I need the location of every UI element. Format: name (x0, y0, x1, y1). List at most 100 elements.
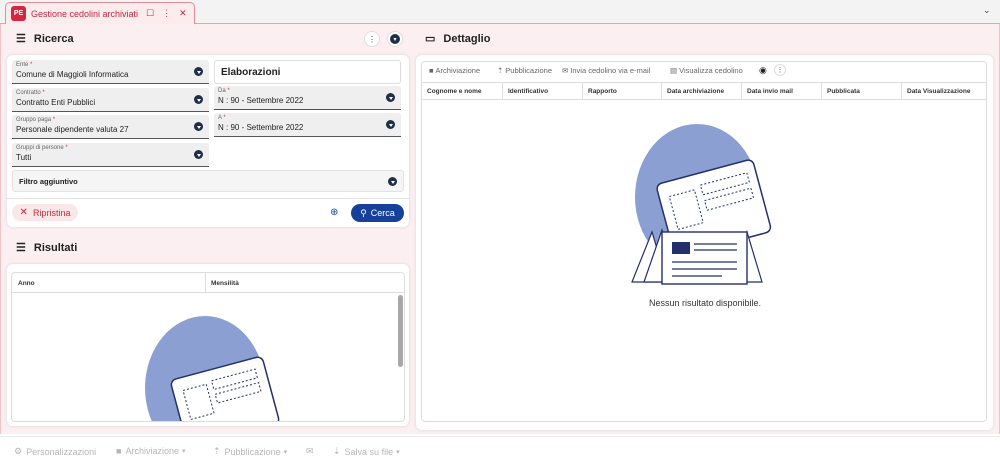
dettaglio-table: ■ Archiviazione ⇡ Pubblicazione ✉ Invia ced… (421, 61, 987, 422)
dettaglio-card: ■ Archiviazione ⇡ Pubblicazione ✉ Invia ced… (416, 55, 993, 430)
archiviazione-menu-button[interactable]: ■ Archiviazione ▾ (116, 446, 185, 456)
gruppi-persone-label: Gruppi di persone (16, 145, 64, 151)
caret-down-icon: ▾ (181, 448, 186, 455)
risultati-title: Risultati (33, 241, 78, 254)
dettaglio-header: ▭ Dettaglio (425, 32, 491, 46)
maximize-icon[interactable]: ☐ (146, 9, 154, 18)
ripristina-button[interactable]: ✕ Ripristina (12, 204, 78, 221)
column-header[interactable]: Data Visualizzazione (907, 88, 970, 95)
invia-email-label: Invia cedolino via e-mail (570, 66, 651, 75)
eye-icon[interactable]: ◉ (759, 65, 767, 76)
scrollbar[interactable] (398, 295, 403, 367)
gear-icon: ⚙ (14, 446, 23, 456)
a-value: N : 90 - Settembre 2022 (218, 123, 304, 132)
da-label: Da (218, 88, 226, 94)
folder-icon: ■ (116, 446, 122, 456)
dropdown-icon[interactable] (194, 95, 203, 104)
close-icon[interactable]: ✕ (179, 9, 187, 18)
column-header[interactable]: Pubblicata (827, 88, 860, 95)
column-header[interactable]: Data archiviazione (667, 88, 724, 95)
dettaglio-title: Dettaglio (443, 32, 491, 45)
ricerca-title: Ricerca (33, 32, 74, 45)
required-mark: * (30, 62, 33, 68)
ricerca-more-button[interactable]: ⋮ (364, 31, 380, 47)
ricerca-card: Ente * Comune di Maggioli Informatica Co… (7, 55, 409, 227)
ente-field[interactable]: Ente * Comune di Maggioli Informatica (12, 60, 209, 84)
pubblicazione-menu-label: Pubblicazione (224, 446, 281, 457)
invia-email-button[interactable]: ✉ Invia cedolino via e-mail (562, 66, 650, 75)
empty-illustration (631, 124, 772, 285)
gruppi-persone-field[interactable]: Gruppi di persone * Tutti (12, 143, 209, 167)
upload-icon: ⇡ (497, 66, 504, 75)
caret-down-icon: ▾ (283, 448, 288, 456)
zoom-in-icon[interactable]: ⊕ (330, 207, 338, 218)
a-field[interactable]: A * N : 90 - Settembre 2022 (214, 113, 401, 137)
dropdown-icon[interactable] (194, 150, 203, 159)
contratto-label: Contratto (16, 90, 41, 96)
required-mark: * (42, 90, 45, 96)
collapse-icon: ▾ (390, 34, 400, 44)
da-value: N : 90 - Settembre 2022 (218, 96, 304, 105)
column-header[interactable]: Data invio mail (747, 88, 793, 95)
required-mark: * (227, 88, 230, 94)
column-header[interactable]: Mensilità (211, 280, 239, 287)
visualizza-cedolino-button[interactable]: ▤ Visualizza cedolino (670, 66, 743, 75)
contratto-field[interactable]: Contratto * Contratto Enti Pubblici (12, 88, 209, 112)
dropdown-icon[interactable] (386, 93, 395, 102)
required-mark: * (223, 115, 226, 121)
pubblicazione-button[interactable]: ⇡ Pubblicazione (497, 66, 552, 75)
cerca-button[interactable]: ⚲ Cerca (351, 204, 404, 222)
more-vert-icon[interactable]: ⋮ (162, 9, 171, 18)
column-header[interactable]: Cognome e nome (427, 88, 482, 95)
tab-title: Gestione cedolini archiviati (31, 8, 139, 19)
dropdown-icon[interactable] (386, 120, 395, 129)
search-filter-icon: ☰ (16, 33, 26, 45)
gruppo-paga-value: Personale dipendente valuta 27 (16, 125, 129, 134)
document-icon: ▤ (670, 66, 678, 75)
tab-gestione-cedolini[interactable]: PE Gestione cedolini archiviati ☐ ⋮ ✕ (5, 2, 195, 24)
search-icon: ⚲ (360, 207, 367, 218)
chevron-down-icon[interactable]: ⌄ (983, 5, 991, 16)
gruppo-paga-label: Gruppo paga (16, 117, 52, 123)
ripristina-label: Ripristina (32, 207, 71, 218)
column-header[interactable]: Identificativo (508, 88, 548, 95)
column-header[interactable]: Rapporto (588, 88, 617, 95)
empty-message: Nessun risultato disponibile. (648, 298, 762, 308)
gruppo-paga-field[interactable]: Gruppo paga * Personale dipendente valut… (12, 115, 209, 139)
archiviazione-button[interactable]: ■ Archiviazione (429, 66, 480, 75)
archiviazione-menu-label: Archiviazione (125, 446, 179, 456)
upload-icon: ⇡ (213, 446, 221, 456)
risultati-table: Anno Mensilità (11, 272, 405, 422)
risultati-card: Anno Mensilità (7, 264, 409, 426)
filtro-aggiuntivo-label: Filtro aggiuntivo (19, 177, 78, 186)
divider (7, 198, 409, 199)
tab-bar: PE Gestione cedolini archiviati ☐ ⋮ ✕ ⌄ (0, 0, 1000, 24)
elaborazioni-box: Elaborazioni (214, 60, 401, 84)
mail-icon: ✉ (306, 446, 314, 456)
close-icon: ✕ (19, 207, 28, 218)
table-header (12, 273, 404, 293)
app-logo: PE (11, 6, 26, 21)
toolbar-more-button[interactable]: ⋮ (774, 64, 786, 76)
archiviazione-label: Archiviazione (435, 66, 481, 75)
filtro-aggiuntivo-panel[interactable]: Filtro aggiuntivo (12, 170, 404, 192)
column-header[interactable]: Anno (18, 280, 35, 287)
visualizza-cedolino-label: Visualizza cedolino (679, 66, 743, 75)
personalizzazioni-label: Personalizzazioni (26, 446, 97, 457)
ricerca-collapse-button[interactable]: ▾ (387, 31, 403, 47)
ente-label: Ente (16, 62, 29, 68)
dropdown-icon[interactable] (194, 122, 203, 131)
pubblicazione-menu-button[interactable]: ⇡ Pubblicazione ▾ (213, 446, 287, 457)
personalizzazioni-button[interactable]: ⚙ Personalizzazioni (14, 446, 96, 457)
folder-icon: ■ (429, 66, 434, 75)
caret-down-icon: ▾ (396, 448, 400, 456)
download-icon: ⇣ (333, 446, 341, 456)
da-field[interactable]: Da * N : 90 - Settembre 2022 (214, 86, 401, 110)
dropdown-icon[interactable] (194, 67, 203, 76)
mail-button[interactable]: ✉ (306, 446, 314, 457)
empty-illustration (145, 316, 280, 421)
expand-icon[interactable] (388, 177, 397, 186)
cerca-label: Cerca (370, 208, 395, 218)
salva-su-file-button[interactable]: ⇣ Salva su file ▾ (333, 446, 400, 457)
gruppi-persone-value: Tutti (16, 153, 32, 162)
